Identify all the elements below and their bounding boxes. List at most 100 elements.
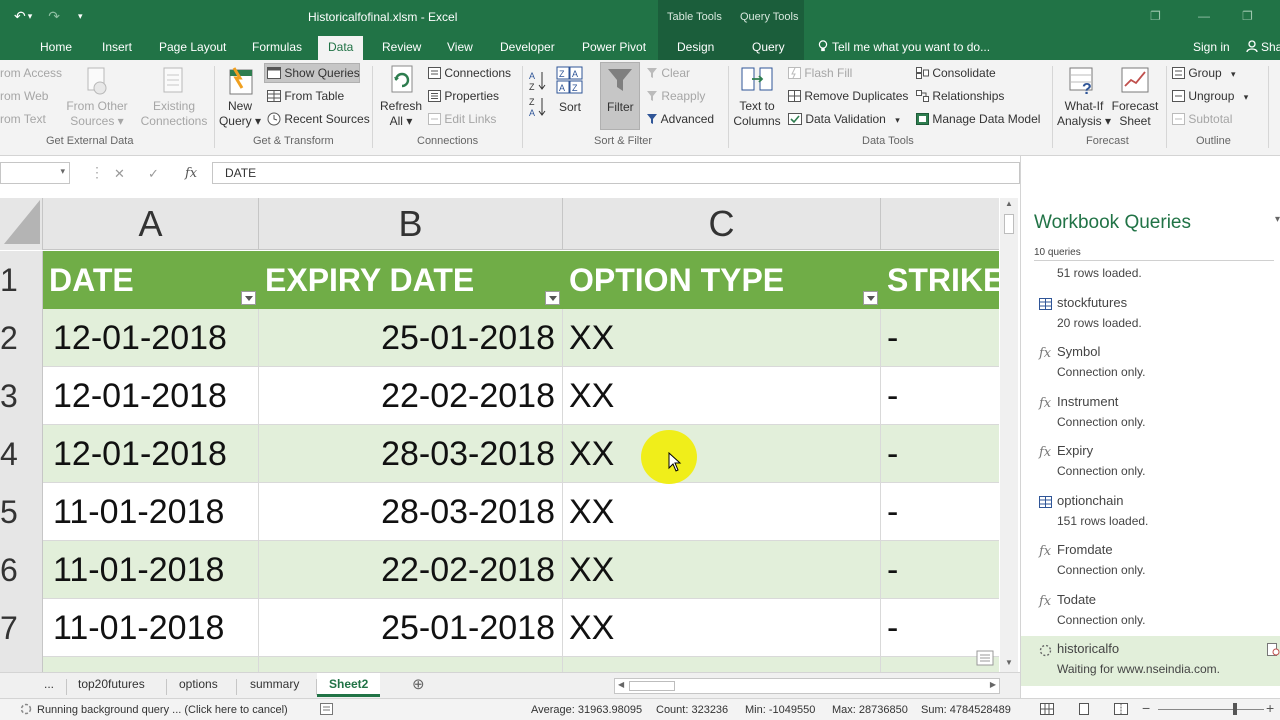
column-header-d[interactable]	[881, 198, 999, 250]
confirm-edit-button[interactable]: ✓	[148, 166, 159, 182]
query-item-optionchain[interactable]: optionchain 151 rows loaded.	[1021, 493, 1280, 543]
background-query-status[interactable]: Running background query ... (Click here…	[37, 704, 288, 716]
cell-option-type[interactable]: XX	[569, 309, 869, 367]
tab-query[interactable]: Query	[752, 40, 785, 54]
undo-button[interactable]: ↶	[14, 8, 26, 25]
macro-record-icon[interactable]	[320, 703, 333, 715]
sheet-tab-sheet2[interactable]: Sheet2	[317, 673, 381, 697]
reapply-button[interactable]: Reapply	[646, 89, 705, 103]
from-access-button[interactable]: rom Access	[0, 66, 62, 80]
tab-insert[interactable]: Insert	[102, 40, 132, 54]
cell-expiry-date[interactable]: 22-02-2018	[259, 367, 555, 425]
filter-dropdown-icon[interactable]	[863, 291, 878, 305]
from-table-button[interactable]: From Table	[267, 89, 344, 103]
from-text-button[interactable]: rom Text	[0, 112, 46, 126]
page-layout-view-icon[interactable]	[1077, 703, 1091, 715]
header-cell-expiry-date[interactable]: EXPIRY DATE	[259, 251, 563, 309]
restore-ribbon-icon[interactable]: ❐	[1150, 9, 1161, 23]
quick-analysis-icon[interactable]	[976, 650, 994, 666]
row-header[interactable]: 6	[0, 541, 43, 599]
forecast-sheet-button[interactable]: Forecast Sheet	[1110, 99, 1160, 129]
maximize-icon[interactable]: ❐	[1242, 9, 1253, 23]
existing-connections-button[interactable]: Existing Connections	[138, 99, 210, 129]
vertical-scrollbar[interactable]: ▲ ▼	[1000, 198, 1018, 672]
normal-view-icon[interactable]	[1040, 703, 1054, 715]
subtotal-button[interactable]: Subtotal	[1172, 112, 1232, 126]
query-item-fromdate[interactable]: fx Fromdate Connection only.	[1021, 542, 1280, 592]
query-item-stockfutures[interactable]: stockfutures 20 rows loaded.	[1021, 295, 1280, 345]
zoom-slider[interactable]	[1158, 709, 1264, 710]
query-item-historicalfo[interactable]: historicalfo Waiting for www.nseindia.co…	[1021, 636, 1280, 686]
cell-expiry-date[interactable]: 28-03-2018	[259, 483, 555, 541]
properties-button[interactable]: Properties	[428, 89, 499, 103]
name-box[interactable]: ▾	[0, 162, 70, 184]
filter-dropdown-icon[interactable]	[241, 291, 256, 305]
manage-data-model-button[interactable]: Manage Data Model	[916, 112, 1040, 126]
edit-links-button[interactable]: Edit Links	[428, 112, 496, 126]
tab-home[interactable]: Home	[40, 40, 72, 54]
cell-strike[interactable]: -	[887, 599, 987, 657]
from-web-button[interactable]: rom Web	[0, 89, 48, 103]
header-cell-date[interactable]: DATE	[43, 251, 259, 309]
column-header-a[interactable]: A	[43, 198, 259, 250]
formula-input[interactable]: DATE	[212, 162, 1020, 184]
cell-option-type[interactable]: XX	[569, 367, 869, 425]
tab-review[interactable]: Review	[382, 40, 421, 54]
cell-option-type[interactable]: XX	[569, 425, 869, 483]
row-header[interactable]: 1	[0, 251, 43, 309]
sheet-tab-top20futures[interactable]: top20futures	[78, 677, 145, 691]
zoom-slider-thumb[interactable]	[1233, 703, 1237, 715]
query-item-symbol[interactable]: fx Symbol Connection only.	[1021, 344, 1280, 394]
scroll-down-icon[interactable]: ▼	[1005, 658, 1013, 667]
zoom-in-button[interactable]: +	[1266, 700, 1274, 716]
cell-expiry-date[interactable]: 22-02-2018	[259, 541, 555, 599]
formula-bar-handle-icon[interactable]: ⋮	[90, 164, 104, 181]
row-header[interactable]: 3	[0, 367, 43, 425]
tab-view[interactable]: View	[447, 40, 473, 54]
horizontal-scrollbar[interactable]: ◀ ▶	[614, 678, 1000, 694]
consolidate-button[interactable]: Consolidate	[916, 66, 996, 80]
tab-design[interactable]: Design	[677, 40, 714, 54]
scroll-up-icon[interactable]: ▲	[1005, 199, 1013, 208]
recent-sources-button[interactable]: Recent Sources	[267, 112, 370, 126]
vertical-scroll-thumb[interactable]	[1004, 214, 1014, 234]
cell-date[interactable]: 12-01-2018	[53, 367, 253, 425]
tab-page-layout[interactable]: Page Layout	[159, 40, 226, 54]
tab-formulas[interactable]: Formulas	[252, 40, 302, 54]
refresh-all-button[interactable]: Refresh All ▾	[378, 99, 424, 129]
tab-data[interactable]: Data	[318, 36, 364, 60]
query-item-todate[interactable]: fx Todate Connection only.	[1021, 592, 1280, 642]
cell-strike[interactable]: -	[887, 309, 987, 367]
query-item-partial[interactable]: 51 rows loaded.	[1021, 266, 1280, 286]
sheet-tab-summary[interactable]: summary	[250, 677, 299, 691]
column-header-b[interactable]: B	[259, 198, 563, 250]
customize-qat-icon[interactable]: ▾	[78, 11, 83, 22]
tell-me-box[interactable]: Tell me what you want to do...	[818, 40, 990, 54]
cell-date[interactable]: 12-01-2018	[53, 425, 253, 483]
ungroup-button[interactable]: Ungroup ▾	[1172, 89, 1248, 103]
column-header-c[interactable]: C	[563, 198, 881, 250]
cell-strike[interactable]: -	[887, 483, 987, 541]
filter-button[interactable]: Filter	[607, 100, 634, 114]
page-break-view-icon[interactable]	[1114, 703, 1128, 715]
scroll-left-icon[interactable]: ◀	[618, 680, 624, 689]
row-header[interactable]: 4	[0, 425, 43, 483]
query-item-expiry[interactable]: fx Expiry Connection only.	[1021, 443, 1280, 493]
zoom-out-button[interactable]: −	[1142, 700, 1150, 716]
header-cell-option-type[interactable]: OPTION TYPE	[563, 251, 881, 309]
new-query-button[interactable]: New Query ▾	[216, 99, 264, 129]
cell-expiry-date[interactable]: 28-03-2018	[259, 425, 555, 483]
from-other-sources-button[interactable]: From Other Sources ▾	[64, 99, 130, 129]
cell-option-type[interactable]: XX	[569, 483, 869, 541]
name-box-dropdown-icon[interactable]: ▾	[60, 166, 65, 177]
cell-option-type[interactable]: XX	[569, 599, 869, 657]
filter-dropdown-icon[interactable]	[545, 291, 560, 305]
cell-strike[interactable]: -	[887, 541, 987, 599]
cell-date[interactable]: 11-01-2018	[53, 599, 253, 657]
advanced-button[interactable]: Advanced	[646, 112, 714, 126]
tab-power-pivot[interactable]: Power Pivot	[582, 40, 646, 54]
text-to-columns-button[interactable]: Text to Columns	[730, 99, 784, 129]
share-button[interactable]: Sha	[1246, 40, 1280, 54]
group-button[interactable]: Group ▾	[1172, 66, 1236, 80]
show-queries-button[interactable]: Show Queries	[267, 66, 360, 80]
